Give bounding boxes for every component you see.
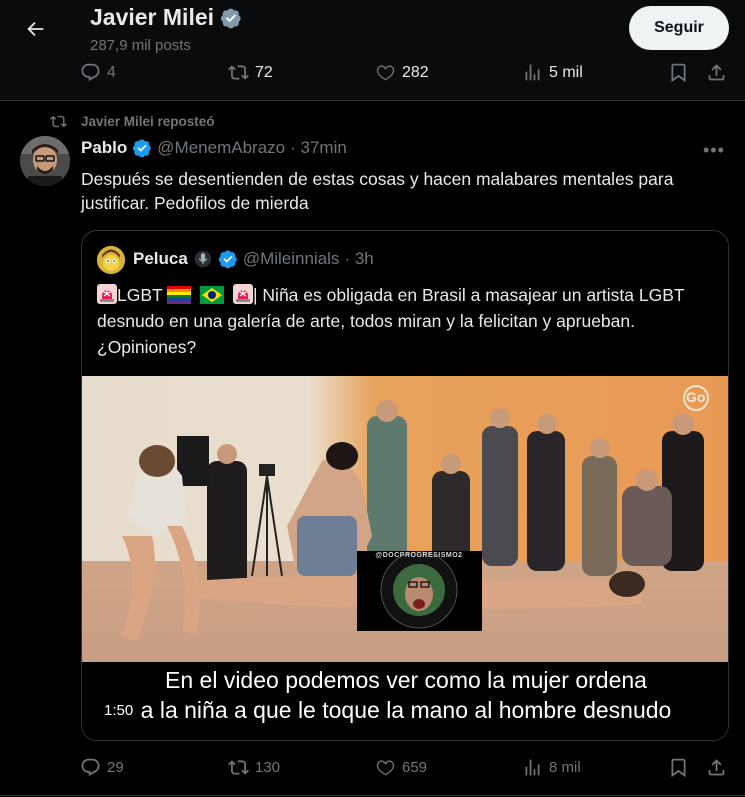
views-icon [525,64,540,81]
like-count: 282 [402,63,429,81]
video-watermark: Go [686,389,706,405]
quote-avatar[interactable] [97,246,125,274]
author-handle[interactable]: @MenemAbrazo [157,138,285,158]
share-icon [708,759,725,776]
tweet-time[interactable]: · 37min [290,138,347,158]
caption-line-1: En el video podemos ver como la mujer or… [165,667,647,693]
posts-count: 287,9 mil posts [90,37,191,54]
repost-icon [228,65,249,80]
quote-author-handle[interactable]: @Mileinnials [243,249,340,269]
profile-name: Javier Milei [90,4,215,30]
quoted-tweet[interactable]: Peluca @Mileinnials · 3h LGBT | Niña es … [81,230,729,741]
siren-emoji-icon [97,284,117,304]
like-count: 659 [402,759,428,776]
divider [0,795,745,796]
caption-line-2: a la niña a que le toque la mano al homb… [140,697,672,723]
siren-emoji-icon [233,284,254,304]
views-count: 8 mil [549,759,581,776]
quote-time: · 3h [344,249,374,268]
tweet-text: Después se desentienden de estas cosas y… [81,169,674,213]
follow-button[interactable]: Seguir [629,6,729,50]
bookmark-icon [671,758,686,778]
more-options-icon[interactable]: ••• [703,140,725,161]
video-frame [82,376,728,662]
verified-badge-icon [133,139,152,158]
repost-label: Javier Milei reposteó [81,114,215,129]
bookmark-icon [671,63,686,83]
heart-icon [376,65,395,81]
repost-icon [50,115,67,128]
repost-count: 72 [255,63,273,81]
reply-action[interactable]: 29 [80,757,124,778]
heart-icon [376,760,395,776]
brazil-flag-icon [200,286,225,304]
verified-gray-icon [220,8,241,28]
views-action[interactable]: 5 mil [522,62,583,83]
quote-author-name[interactable]: Peluca [133,249,188,269]
share-button[interactable] [706,757,727,778]
views-count: 5 mil [549,63,583,81]
share-icon [708,64,725,81]
video-badge-text: @DOCPROGRESISMO2 [375,552,463,559]
rainbow-flag-icon [167,286,192,304]
reply-icon [81,758,100,776]
microphone-icon [194,250,212,268]
reply-count: 29 [107,759,124,776]
tweet-author-row: Pablo @MenemAbrazo · 37min [81,138,347,158]
repost-action[interactable]: 130 [228,757,280,778]
verified-badge-icon [218,250,237,269]
profile-header: Javier Milei 287,9 mil posts Seguir 4 72… [0,0,745,100]
repost-indicator[interactable]: Javier Milei reposteó [50,113,215,130]
like-action[interactable]: 282 [375,62,429,83]
quote-author-row: Peluca @Mileinnials · 3h [133,249,374,269]
page-title: Javier Milei [90,4,242,31]
like-action[interactable]: 659 [375,757,427,778]
video-duration: 1:50 [104,702,134,719]
views-icon [525,759,540,776]
quote-text: LGBT | Niña es obligada en Brasil a masa… [97,282,717,360]
quote-lgbt-label: LGBT [117,285,163,305]
reply-count: 4 [107,63,116,81]
bookmark-button[interactable] [668,757,689,778]
video-caption: En el video podemos ver como la mujer or… [82,665,728,725]
author-name[interactable]: Pablo [81,138,127,158]
share-button[interactable] [706,62,727,83]
video-player[interactable]: Go @DOCPROGRESISMO2 En el video podemos … [82,376,728,740]
views-action[interactable]: 8 mil [522,757,581,778]
back-arrow-icon[interactable] [18,12,52,46]
repost-icon [228,760,249,775]
reply-icon [81,63,100,81]
repost-action[interactable]: 72 [228,62,273,83]
bookmark-button[interactable] [668,62,689,83]
avatar[interactable] [20,136,70,186]
divider [0,100,745,101]
repost-count: 130 [255,759,281,776]
reply-action[interactable]: 4 [80,62,116,83]
